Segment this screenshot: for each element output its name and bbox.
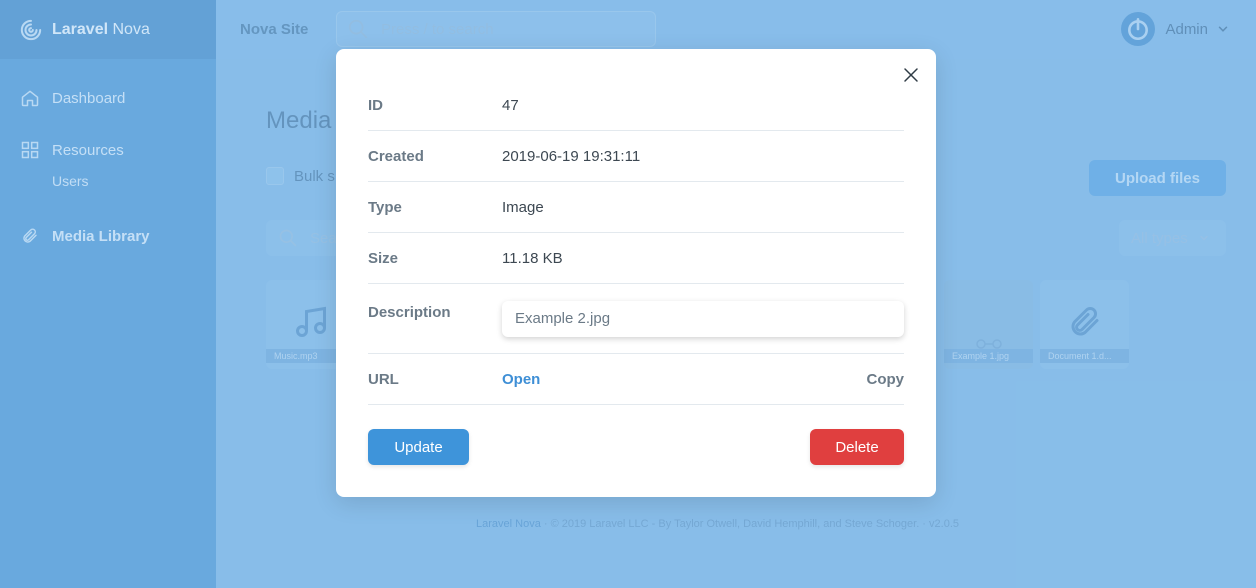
detail-rows: ID 47 Created 2019-06-19 19:31:11 Type I… <box>368 80 904 405</box>
detail-label: URL <box>368 370 399 388</box>
detail-value: 47 <box>502 96 519 114</box>
detail-value: Image <box>502 198 544 216</box>
detail-row-created: Created 2019-06-19 19:31:11 <box>368 131 904 182</box>
delete-button[interactable]: Delete <box>810 429 904 465</box>
media-details-modal: ID 47 Created 2019-06-19 19:31:11 Type I… <box>336 49 936 497</box>
detail-row-description: Description <box>368 284 904 354</box>
copy-url-button[interactable]: Copy <box>867 371 905 388</box>
close-icon[interactable] <box>902 66 920 84</box>
detail-row-id: ID 47 <box>368 80 904 131</box>
detail-label: ID <box>368 96 383 114</box>
detail-value: 11.18 KB <box>502 249 563 267</box>
open-url-link[interactable]: Open <box>502 371 540 388</box>
detail-label: Size <box>368 249 399 267</box>
detail-row-type: Type Image <box>368 182 904 233</box>
detail-label: Description <box>368 304 451 321</box>
detail-label: Type <box>368 198 402 216</box>
detail-label: Created <box>368 147 424 165</box>
description-input[interactable] <box>502 300 904 337</box>
detail-value: 2019-06-19 19:31:11 <box>502 147 641 165</box>
detail-row-url: URL Open Copy <box>368 354 904 405</box>
update-button[interactable]: Update <box>368 429 469 465</box>
detail-row-size: Size 11.18 KB <box>368 233 904 284</box>
